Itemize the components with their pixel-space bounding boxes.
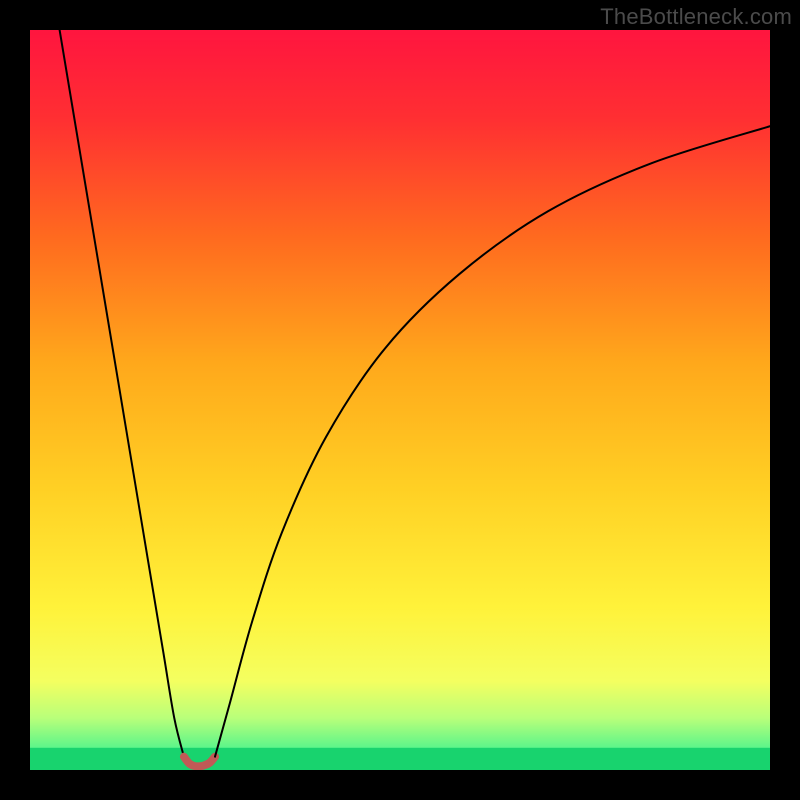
bottom-green-band [30, 748, 770, 770]
outer-frame: TheBottleneck.com [0, 0, 800, 800]
gradient-background [30, 30, 770, 770]
chart-svg [30, 30, 770, 770]
watermark-text: TheBottleneck.com [600, 4, 792, 30]
chart-plot-area [30, 30, 770, 770]
